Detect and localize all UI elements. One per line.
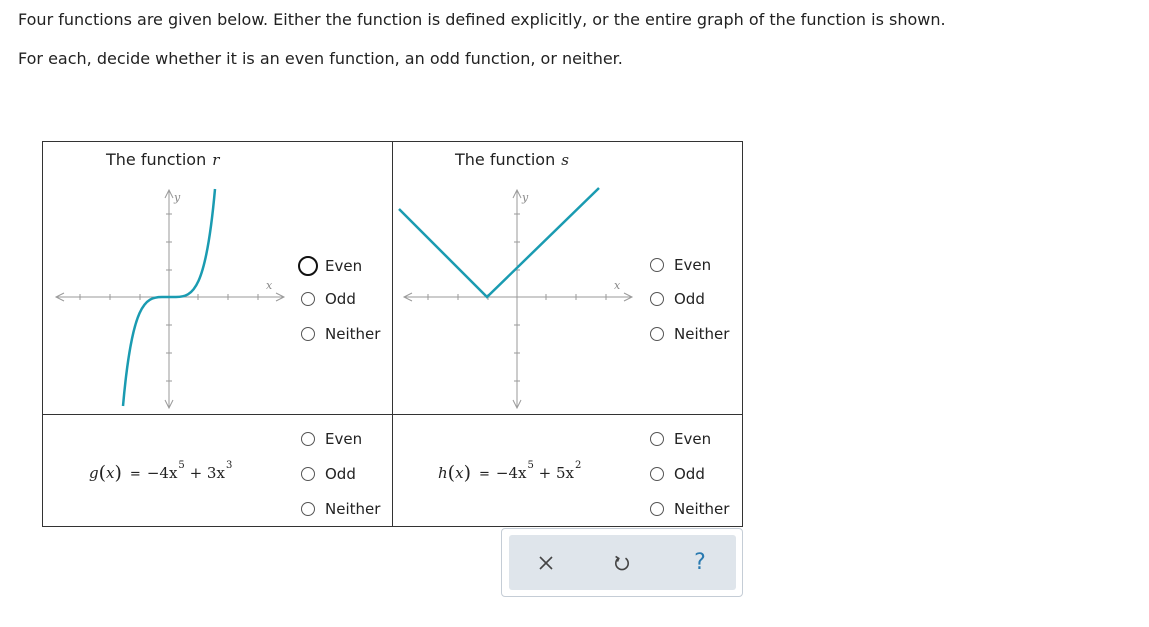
formula-h-term1: −4x — [495, 464, 527, 482]
answer-toolbar: ? — [501, 528, 743, 597]
formula-h-exp2: 2 — [575, 460, 582, 471]
radio-r-even[interactable] — [298, 256, 318, 276]
formula-g-term2: 3x — [206, 464, 225, 482]
option-s-neither[interactable]: Neither — [650, 325, 729, 343]
instructions-line-1: Four functions are given below. Either t… — [18, 10, 946, 29]
option-r-neither-label: Neither — [325, 325, 381, 343]
formula-g-name: g — [89, 464, 99, 482]
formula-g-arg: x — [106, 464, 115, 482]
answer-toolbar-inner: ? — [509, 535, 736, 590]
option-r-neither[interactable]: Neither — [301, 325, 380, 343]
graph-s-title-prefix: The function — [455, 150, 556, 169]
option-r-odd-label: Odd — [325, 290, 356, 308]
formula-g: g(x) = −4x5 + 3x3 — [89, 460, 233, 484]
option-g-odd[interactable]: Odd — [301, 465, 356, 483]
option-s-even-label: Even — [674, 256, 712, 274]
instructions-line-2: For each, decide whether it is an even f… — [18, 49, 623, 68]
option-h-neither[interactable]: Neither — [650, 500, 729, 518]
graph-r-y-label: y — [173, 191, 181, 204]
undo-button[interactable] — [592, 535, 652, 590]
formula-g-term1: −4x — [146, 464, 178, 482]
option-s-odd[interactable]: Odd — [650, 290, 705, 308]
formula-h-term2: 5x — [555, 464, 574, 482]
graph-s-title-var: s — [561, 151, 569, 169]
formula-h: h(x) = −4x5 + 5x2 — [438, 460, 582, 484]
graph-r: y x — [54, 188, 286, 410]
radio-g-even[interactable] — [301, 432, 315, 446]
option-r-even[interactable]: Even — [298, 256, 363, 276]
graph-r-title: The function r — [106, 150, 219, 169]
option-h-odd-label: Odd — [674, 465, 705, 483]
formula-g-op: + — [189, 464, 203, 482]
formula-h-op: + — [538, 464, 552, 482]
option-h-odd[interactable]: Odd — [650, 465, 705, 483]
radio-s-neither[interactable] — [650, 327, 664, 341]
option-h-even-label: Even — [674, 430, 712, 448]
option-r-odd[interactable]: Odd — [301, 290, 356, 308]
radio-g-neither[interactable] — [301, 502, 315, 516]
option-g-even[interactable]: Even — [301, 430, 362, 448]
option-g-even-label: Even — [325, 430, 363, 448]
option-s-neither-label: Neither — [674, 325, 730, 343]
graph-r-title-var: r — [212, 151, 220, 169]
radio-s-even[interactable] — [650, 258, 664, 272]
option-s-odd-label: Odd — [674, 290, 705, 308]
option-g-odd-label: Odd — [325, 465, 356, 483]
graph-s-curve — [398, 187, 600, 299]
radio-h-odd[interactable] — [650, 467, 664, 481]
formula-g-equals: = — [129, 467, 141, 482]
formula-g-exp2: 3 — [225, 460, 233, 471]
graph-s: y x — [398, 187, 634, 410]
option-r-even-label: Even — [325, 257, 363, 275]
grid-divider-vertical — [392, 142, 393, 526]
formula-h-exp1: 5 — [527, 460, 534, 471]
option-g-neither-label: Neither — [325, 500, 381, 518]
formula-h-name: h — [438, 464, 448, 482]
clear-button[interactable] — [516, 535, 576, 590]
radio-h-neither[interactable] — [650, 502, 664, 516]
option-h-neither-label: Neither — [674, 500, 730, 518]
radio-g-odd[interactable] — [301, 467, 315, 481]
graph-s-x-label: x — [614, 279, 621, 292]
undo-icon — [615, 555, 629, 570]
radio-h-even[interactable] — [650, 432, 664, 446]
option-h-even[interactable]: Even — [650, 430, 711, 448]
graph-r-title-prefix: The function — [106, 150, 207, 169]
option-s-even[interactable]: Even — [650, 256, 711, 274]
grid-divider-horizontal — [43, 414, 742, 415]
help-button[interactable]: ? — [670, 535, 730, 590]
graph-s-y-label: y — [521, 191, 529, 204]
option-g-neither[interactable]: Neither — [301, 500, 380, 518]
formula-h-arg: x — [455, 464, 464, 482]
graph-r-x-label: x — [266, 279, 273, 292]
close-icon — [539, 555, 553, 570]
formula-g-exp1: 5 — [178, 460, 185, 471]
radio-s-odd[interactable] — [650, 292, 664, 306]
graph-s-title: The function s — [455, 150, 569, 169]
radio-r-odd[interactable] — [301, 292, 315, 306]
formula-h-equals: = — [478, 467, 490, 482]
radio-r-neither[interactable] — [301, 327, 315, 341]
help-icon: ? — [694, 550, 706, 575]
